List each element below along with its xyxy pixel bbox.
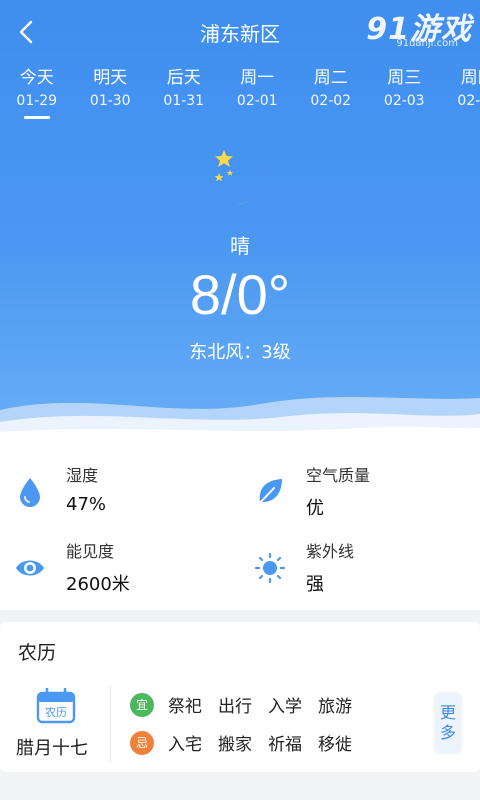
watermark-logo: 91游戏 91danji.com [346,2,476,50]
day-date: 01-31 [163,93,205,109]
stat-label: 能见度 [66,542,115,561]
stat-value: 强 [306,574,324,595]
day-tab-4[interactable]: 周二 02-02 [294,66,368,122]
water-drop-icon [20,478,40,507]
yi-activity: 祭祀 [168,697,202,717]
stat-label: 湿度 [66,466,99,485]
lunar-calendar-card: 农历 农历 腊月十七 宜 祭祀 出行 入学 旅游 忌 入宅 搬家 祈福 移徙 [0,622,480,772]
yi-activity: 旅游 [318,697,352,717]
day-tab-1[interactable]: 明天 01-30 [74,66,148,122]
day-name: 今天 [19,68,54,88]
stat-label: 空气质量 [306,466,371,485]
temperature-range: 8/0° [189,263,291,326]
more-button[interactable]: 更 多 [434,692,462,754]
calendar-icon: 农历 [36,688,76,724]
day-date: 02-02 [310,93,352,109]
stat-value: 47% [66,494,107,515]
day-tab-2[interactable]: 后天 01-31 [147,66,221,122]
stat-humidity: 湿度 47% [0,462,220,532]
stat-air-quality: 空气质量 优 [240,462,460,532]
yi-row: 宜 祭祀 出行 入学 旅游 [130,692,368,717]
day-name: 周一 [240,68,275,88]
ji-activity: 祈福 [268,735,302,755]
watermark-sub: 91danji.com [396,38,458,49]
day-tabs: 今天 01-29 明天 01-30 后天 01-31 周一 02-01 周二 0… [0,66,480,122]
more-label-1: 更 [439,703,456,722]
eye-icon [16,560,44,576]
divider [110,686,111,762]
day-date: 02-04 [457,93,480,109]
day-tab-3[interactable]: 周一 02-01 [221,66,295,122]
stat-visibility: 能见度 2600米 [0,538,220,608]
wave-decoration [0,396,480,440]
ji-badge: 忌 [130,730,154,755]
wind-info: 东北风：3级 [189,342,291,363]
day-date: 01-30 [89,93,131,109]
ji-activity: 入宅 [168,735,202,755]
weather-stats-panel: 湿度 47% 空气质量 优 能见度 2600米 紫外线 强 [0,440,480,610]
day-tab-0[interactable]: 今天 01-29 [0,66,74,122]
lunar-title: 农历 [18,642,57,664]
day-date: 02-03 [383,93,425,109]
sun-icon [254,552,286,584]
stat-label: 紫外线 [306,542,355,561]
day-name: 周四 [460,68,480,88]
day-name: 周三 [387,68,422,88]
day-name: 后天 [166,68,201,88]
leaf-icon [257,479,282,506]
stat-uv: 紫外线 强 [240,538,460,608]
day-date: 02-01 [236,93,278,109]
calendar-icon-text: 农历 [45,705,67,719]
day-tab-5[interactable]: 周三 02-03 [368,66,442,122]
yi-badge: 宜 [130,692,154,717]
lunar-date: 腊月十七 [16,738,88,759]
day-name: 明天 [93,68,128,88]
ji-row: 忌 入宅 搬家 祈福 移徙 [130,730,368,755]
stat-value: 2600米 [66,574,130,595]
ji-activity: 搬家 [218,735,252,755]
stat-value: 优 [306,498,324,519]
day-tab-6[interactable]: 周四 02-04 [441,66,480,122]
yi-activity: 入学 [268,697,302,717]
more-label-2: 多 [439,723,456,742]
day-date: 01-29 [16,93,58,109]
ji-activity: 移徙 [318,735,352,755]
weather-hero: 浦东新区 91游戏 91danji.com 今天 01-29 明天 01-30 … [0,0,480,440]
day-name: 周二 [313,68,348,88]
yi-activity: 出行 [218,697,252,717]
moon-stars-icon [214,150,266,205]
weather-condition: 晴 [230,234,250,258]
